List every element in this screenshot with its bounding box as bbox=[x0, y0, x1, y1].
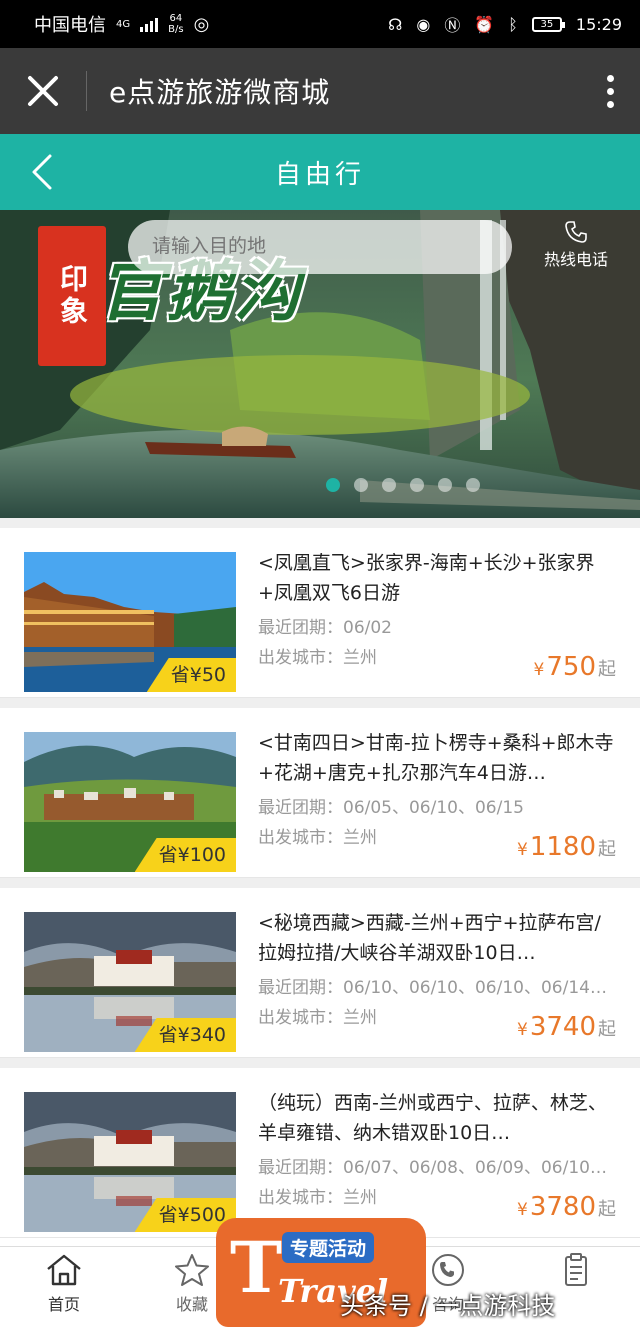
product-name[interactable]: <秘境西藏>西藏-兰州+西宁+拉萨布宫/拉姆拉措/大峡谷羊湖双卧10日… bbox=[258, 908, 618, 968]
clipboard-icon bbox=[565, 1253, 587, 1286]
promo-logo-letter: T bbox=[230, 1226, 283, 1309]
list-gap bbox=[0, 1058, 640, 1068]
page-title: 自由行 bbox=[274, 159, 365, 190]
product-name[interactable]: （纯玩）西南-兰州或西宁、拉萨、林芝、羊卓雍错、纳木错双卧10日… bbox=[258, 1088, 618, 1148]
destination-search-input[interactable] bbox=[128, 220, 512, 274]
carousel-dot[interactable] bbox=[466, 478, 480, 492]
product-item[interactable]: 省¥100 <甘南四日>甘南-拉卜楞寺+桑科+郎木寺+花湖+唐克+扎尕那汽车4日… bbox=[0, 708, 640, 878]
close-button[interactable] bbox=[0, 48, 86, 134]
product-thumbnail[interactable]: 省¥340 bbox=[24, 912, 236, 1052]
hotline-button[interactable]: 热线电话 bbox=[528, 220, 624, 270]
app-bar: e点游旅游微商城 bbox=[0, 48, 640, 134]
product-dates: 最近团期：06/10、06/10、06/10、06/14… bbox=[258, 978, 607, 998]
product-info: （纯玩）西南-兰州或西宁、拉萨、林芝、羊卓雍错、纳木错双卧10日… 最近团期：0… bbox=[258, 1088, 618, 1238]
product-price: ¥3740 起 bbox=[517, 1012, 616, 1042]
home-icon bbox=[47, 1254, 81, 1286]
product-item[interactable]: 省¥340 <秘境西藏>西藏-兰州+西宁+拉萨布宫/拉姆拉措/大峡谷羊湖双卧10… bbox=[0, 888, 640, 1058]
tab-favorites-label: 收藏 bbox=[175, 1295, 208, 1314]
product-name[interactable]: <甘南四日>甘南-拉卜楞寺+桑科+郎木寺+花湖+唐克+扎尕那汽车4日游… bbox=[258, 728, 618, 788]
alarm-icon: ⏰ bbox=[474, 14, 495, 34]
signal-icon bbox=[140, 16, 159, 32]
more-dot-icon bbox=[606, 100, 614, 108]
product-price: ¥3780 起 bbox=[517, 1192, 616, 1222]
list-gap bbox=[0, 518, 640, 528]
sync-icon: ◎ bbox=[193, 13, 210, 35]
carousel-dot[interactable] bbox=[410, 478, 424, 492]
product-info: <秘境西藏>西藏-兰州+西宁+拉萨布宫/拉姆拉措/大峡谷羊湖双卧10日… 最近团… bbox=[258, 908, 618, 1058]
star-icon bbox=[175, 1254, 209, 1286]
carousel-indicators bbox=[326, 478, 480, 492]
back-arrow-icon[interactable] bbox=[24, 152, 64, 192]
product-name[interactable]: <凤凰直飞>张家界-海南+长沙+张家界+凤凰双飞6日游 bbox=[258, 548, 618, 608]
more-dot-icon bbox=[606, 87, 614, 95]
status-bar: 中国电信 4G 64 B/s ◎ ☊ ◉ Ⓝ ⏰ ᛒ 35 15:29 bbox=[0, 0, 640, 48]
promo-label: 专题活动 bbox=[282, 1232, 375, 1263]
product-dates: 最近团期：06/07、06/08、06/09、06/10… bbox=[258, 1158, 607, 1178]
product-dates: 最近团期：06/05、06/10、06/15 bbox=[258, 798, 524, 818]
more-menu-button[interactable] bbox=[580, 74, 640, 108]
product-price: ¥1180 起 bbox=[517, 832, 616, 862]
product-item[interactable]: 省¥50 <凤凰直飞>张家界-海南+长沙+张家界+凤凰双飞6日游 最近团期：06… bbox=[0, 528, 640, 698]
list-gap bbox=[0, 878, 640, 888]
banner-carousel[interactable]: 印象 官鹅沟 热线电话 bbox=[0, 210, 640, 518]
carousel-dot-active[interactable] bbox=[326, 478, 340, 492]
carousel-dot[interactable] bbox=[354, 478, 368, 492]
product-item[interactable]: 省¥500 （纯玩）西南-兰州或西宁、拉萨、林芝、羊卓雍错、纳木错双卧10日… … bbox=[0, 1068, 640, 1238]
tab-home-label: 首页 bbox=[47, 1295, 80, 1314]
product-info: <甘南四日>甘南-拉卜楞寺+桑科+郎木寺+花湖+唐克+扎尕那汽车4日游… 最近团… bbox=[258, 728, 618, 878]
product-thumbnail[interactable]: 省¥50 bbox=[24, 552, 236, 692]
product-price: ¥750 起 bbox=[533, 652, 616, 682]
product-info: <凤凰直飞>张家界-海南+长沙+张家界+凤凰双飞6日游 最近团期：06/02 出… bbox=[258, 548, 618, 698]
close-icon bbox=[28, 76, 58, 106]
phone-icon bbox=[565, 221, 587, 243]
hotline-label: 热线电话 bbox=[543, 250, 608, 269]
clock: 15:29 bbox=[575, 14, 622, 34]
product-thumbnail[interactable]: 省¥500 bbox=[24, 1092, 236, 1232]
app-title: e点游旅游微商城 bbox=[109, 76, 331, 109]
battery-icon: 35 bbox=[531, 16, 565, 32]
net-speed: 64 B/s bbox=[168, 13, 184, 35]
nfc-icon: Ⓝ bbox=[444, 16, 461, 35]
network-type: 4G bbox=[116, 18, 131, 30]
product-list: 省¥50 <凤凰直飞>张家界-海南+长沙+张家界+凤凰双飞6日游 最近团期：06… bbox=[0, 518, 640, 1238]
watermark: 头条号 / 一点游科技 bbox=[340, 1292, 556, 1320]
eye-icon: ◉ bbox=[416, 14, 431, 34]
carousel-dot[interactable] bbox=[382, 478, 396, 492]
product-dates: 最近团期：06/02 bbox=[258, 618, 392, 638]
carousel-dot[interactable] bbox=[438, 478, 452, 492]
bluetooth-icon: ᛒ bbox=[508, 14, 518, 34]
brand-seal: 印象 bbox=[38, 226, 106, 366]
phone-icon bbox=[432, 1254, 464, 1286]
page-header: 自由行 bbox=[0, 134, 640, 210]
list-gap bbox=[0, 698, 640, 708]
carrier-label: 中国电信 bbox=[34, 15, 106, 36]
headphone-icon: ☊ bbox=[388, 14, 403, 34]
more-dot-icon bbox=[606, 74, 614, 82]
tab-home[interactable]: 首页 bbox=[0, 1247, 128, 1327]
product-thumbnail[interactable]: 省¥100 bbox=[24, 732, 236, 872]
